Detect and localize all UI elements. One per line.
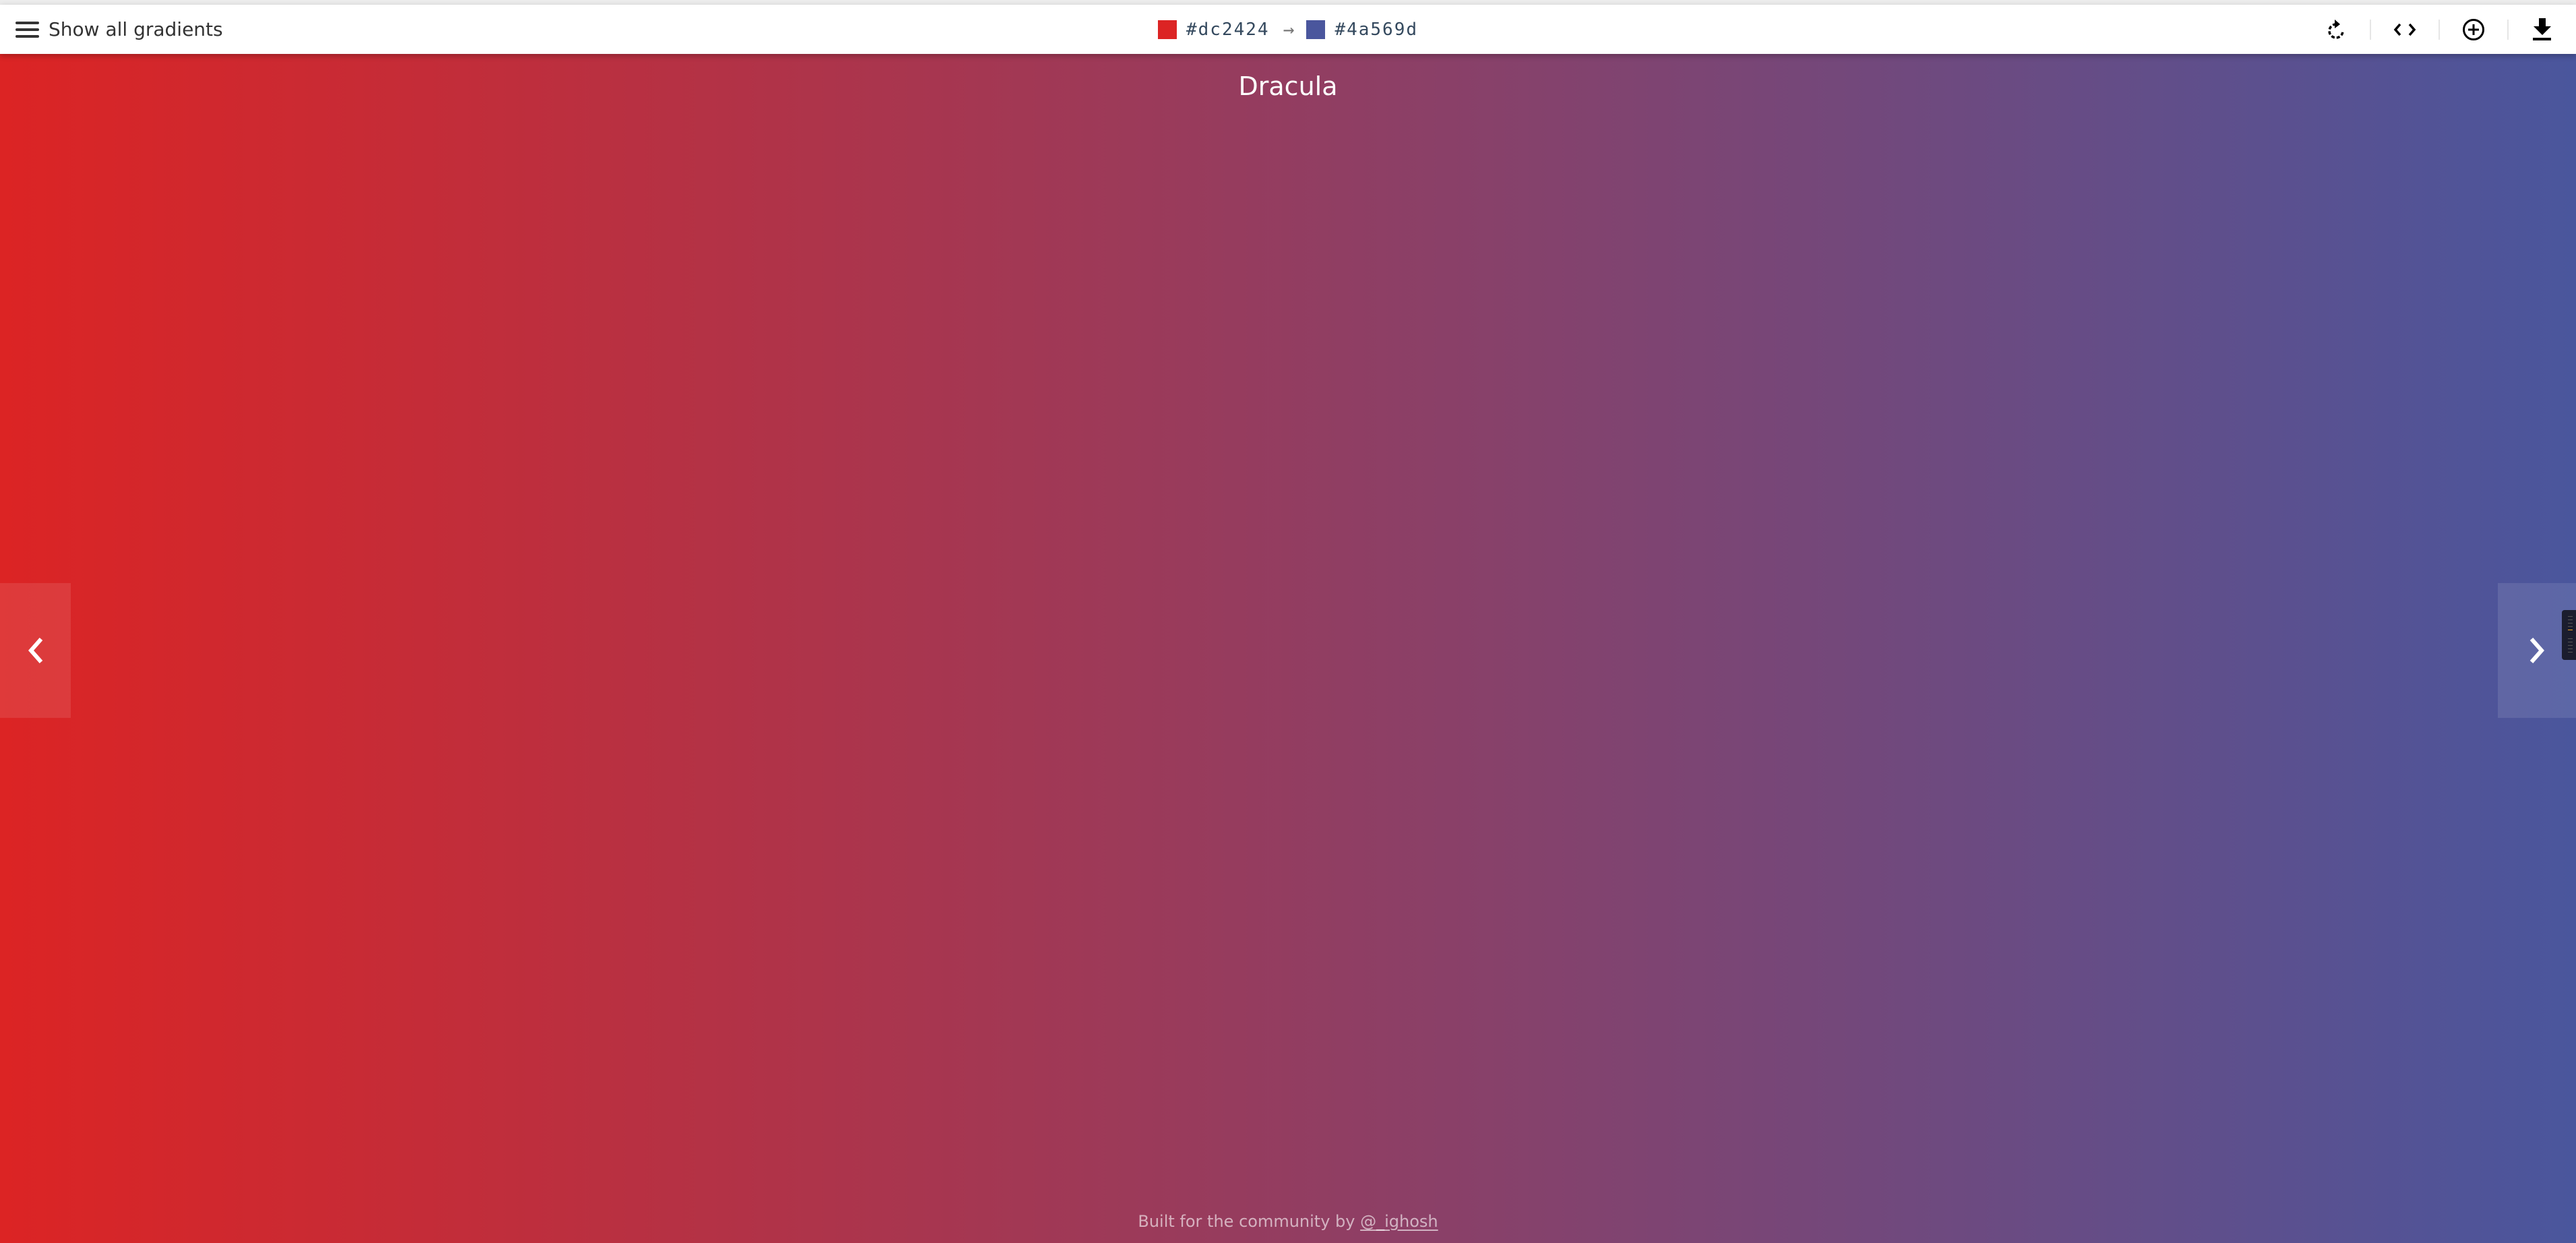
from-color-hex[interactable]: #dc2424: [1186, 20, 1270, 40]
footer-text: Built for the community by: [1138, 1212, 1361, 1231]
rotate-gradient-button[interactable]: [2302, 5, 2370, 54]
to-color-swatch[interactable]: [1306, 20, 1326, 39]
chevron-left-icon: [28, 638, 42, 663]
rotate-icon: [2328, 19, 2344, 39]
download-icon: [2533, 18, 2551, 40]
chevron-right-icon: [2529, 638, 2545, 663]
add-gradient-button[interactable]: [2440, 5, 2507, 54]
arrow-icon: →: [1283, 18, 1295, 40]
code-icon: [2393, 23, 2416, 36]
from-color-swatch[interactable]: [1158, 20, 1177, 39]
footer: Built for the community by @_ighosh: [0, 1212, 2576, 1231]
author-link[interactable]: @_ighosh: [1360, 1212, 1438, 1231]
gradient-name: Dracula: [1238, 71, 1338, 101]
to-color-hex[interactable]: #4a569d: [1335, 20, 1418, 40]
get-css-button[interactable]: [2371, 5, 2439, 54]
top-bar: Show all gradients #dc2424 → #4a569d: [0, 5, 2576, 54]
gradient-colors: #dc2424 → #4a569d: [1158, 5, 1418, 54]
hamburger-icon: [16, 21, 39, 38]
add-icon: [2463, 18, 2484, 40]
show-all-gradients-button[interactable]: Show all gradients: [16, 5, 223, 54]
previous-gradient-button[interactable]: [0, 583, 71, 718]
show-all-gradients-label: Show all gradients: [49, 18, 223, 40]
browser-top-border: [0, 0, 2576, 5]
download-button[interactable]: [2509, 5, 2576, 54]
toolbar: [2302, 5, 2576, 54]
side-widget-handle[interactable]: [2562, 610, 2576, 660]
